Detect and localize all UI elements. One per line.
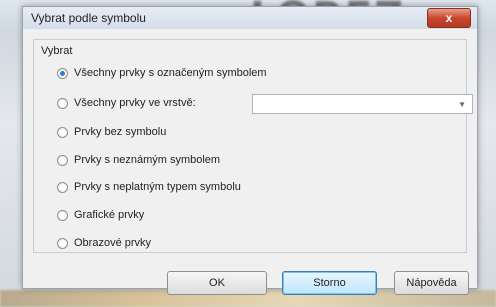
group-label: Vybrat [41,45,73,57]
radio-label: Grafické prvky [74,209,145,221]
close-icon: x [445,11,453,25]
titlebar: Vybrat podle symbolu x [23,7,477,29]
dialog-title: Vybrat podle symbolu [31,11,146,25]
ok-button[interactable]: OK [167,271,267,295]
radio-option-graphic-elements[interactable]: Grafické prvky [57,207,144,223]
radio-button[interactable] [57,181,68,193]
radio-option-all-marked[interactable]: Všechny prvky s označeným symbolem [57,65,267,81]
layer-select[interactable]: ▼ [252,94,473,114]
radio-button[interactable] [57,209,68,221]
radio-option-no-symbol[interactable]: Prvky bez symbolu [57,124,166,140]
radio-label: Prvky s neznámým symbolem [74,154,221,166]
close-button[interactable]: x [427,8,471,28]
radio-button[interactable] [57,126,68,138]
help-button[interactable]: Nápověda [394,271,469,295]
radio-option-invalid-symbol-type[interactable]: Prvky s neplatným typem symbolu [57,179,241,195]
radio-label: Všechny prvky ve vrstvě: [74,97,196,109]
radio-option-image-elements[interactable]: Obrazové prvky [57,235,151,251]
radio-option-in-layer[interactable]: Všechny prvky ve vrstvě: [57,95,196,111]
radio-label: Prvky bez symbolu [74,126,167,138]
radio-option-unknown-symbol[interactable]: Prvky s neznámým symbolem [57,152,220,168]
radio-button[interactable] [57,154,68,166]
radio-label: Prvky s neplatným typem symbolu [74,181,241,193]
radio-label: Obrazové prvky [74,237,152,249]
radio-button[interactable] [57,67,68,79]
radio-button[interactable] [57,237,68,249]
radio-label: Všechny prvky s označeným symbolem [74,67,267,79]
cancel-button[interactable]: Storno [282,271,377,295]
chevron-down-icon: ▼ [458,100,466,109]
select-by-symbol-dialog: Vybrat podle symbolu x Vybrat Všechny pr… [22,6,478,295]
radio-button[interactable] [57,97,68,109]
